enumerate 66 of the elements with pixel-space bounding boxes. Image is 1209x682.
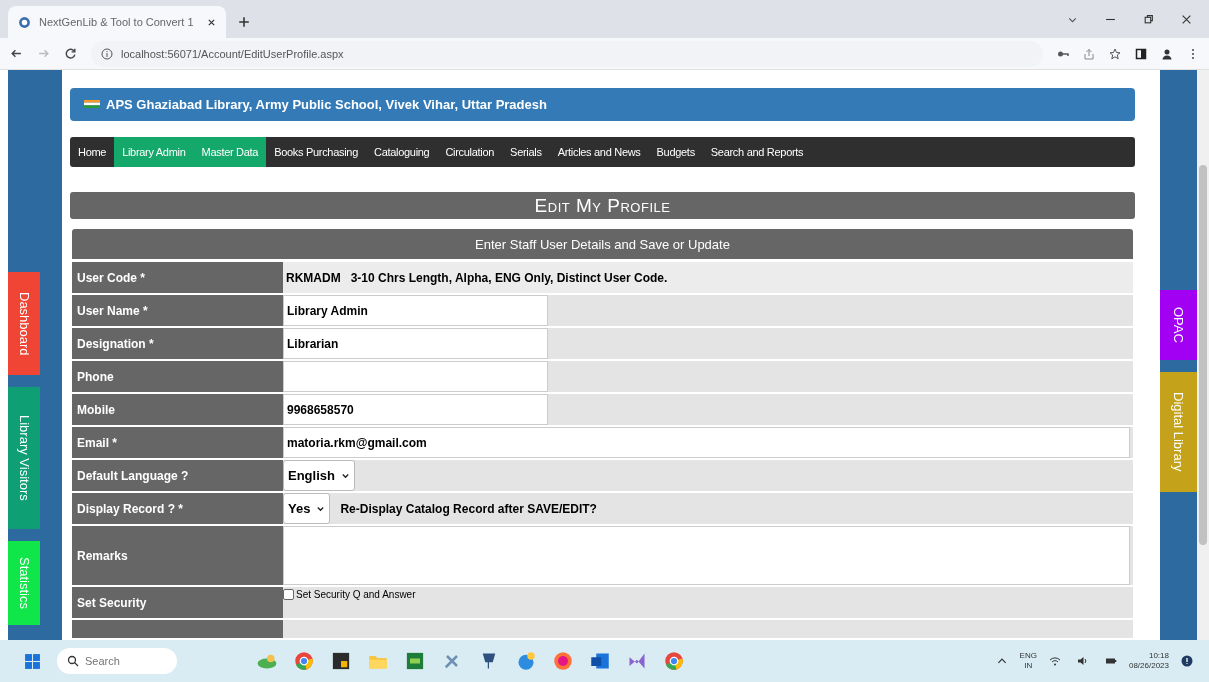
chrome-icon[interactable] [664, 651, 684, 671]
caret-icon [340, 471, 350, 480]
field-label: Remarks [72, 526, 283, 587]
menu-item[interactable]: Search and Reports [702, 136, 812, 168]
speaker-icon[interactable] [1076, 655, 1089, 667]
page-title: Edit My Profile [70, 192, 1135, 219]
menu-item[interactable]: Home [70, 136, 115, 168]
menu-item[interactable]: Books Purchasing [266, 136, 366, 168]
hint-text: Set Security Q and Answer [296, 589, 416, 600]
address-field[interactable]: localhost:56071/Account/EditUserProfile.aspx [91, 40, 1043, 67]
close-icon[interactable] [207, 17, 216, 27]
side-tab[interactable]: Dashboard [8, 272, 40, 375]
info-icon [101, 47, 113, 60]
side-panel-icon[interactable] [1135, 47, 1147, 60]
input-field[interactable] [283, 361, 548, 392]
side-tab[interactable]: OPAC [1160, 290, 1197, 360]
back-icon[interactable] [10, 47, 23, 60]
search-icon [67, 655, 79, 667]
field-label: Phone [72, 361, 283, 394]
wifi-icon[interactable] [1048, 655, 1061, 667]
field-label: Mobile [72, 394, 283, 427]
caret-icon [316, 504, 326, 513]
field-label: Designation * [72, 328, 283, 361]
globe-icon [18, 15, 31, 29]
language-indicator[interactable]: ENG IN [1019, 651, 1037, 671]
new-tab-icon[interactable] [238, 16, 250, 28]
field-value: RKMADM [285, 270, 341, 285]
browser-tab[interactable]: NextGenLib & Tool to Convert 1 [8, 6, 226, 38]
windows-icon[interactable] [24, 652, 41, 670]
app-icon[interactable] [331, 651, 351, 671]
banner-title: APS Ghaziabad Library, Army Public School, Vivek Vihar, Uttar Pradesh [106, 96, 547, 112]
dropdown[interactable]: English [283, 460, 355, 491]
input-field[interactable]: Librarian [283, 328, 548, 359]
menu-item[interactable]: Budgets [648, 136, 703, 168]
field-label: Email * [72, 427, 283, 460]
tab-title: NextGenLib & Tool to Convert 1 [39, 16, 195, 28]
field-label: Set Security [72, 587, 283, 620]
mail-icon[interactable] [590, 651, 610, 671]
search-field[interactable]: Search [57, 648, 177, 674]
menu-item[interactable]: Serials [502, 136, 550, 168]
flag-icon [84, 100, 100, 109]
profile-icon[interactable] [1161, 47, 1173, 60]
input-field[interactable]: matoria.rkm@gmail.com [283, 427, 1130, 458]
input-field[interactable]: Library Admin [283, 295, 548, 326]
input-field[interactable]: 9968658570 [283, 394, 548, 425]
form-header: Enter Staff User Details and Save or Update [72, 229, 1133, 259]
menu-item[interactable]: Cataloguing [366, 136, 438, 168]
field-label: Display Record ? * [72, 493, 283, 526]
menu-item[interactable]: Circulation [437, 136, 503, 168]
menu-item[interactable]: Articles and News [549, 136, 649, 168]
notification-icon[interactable] [1181, 655, 1193, 667]
clock[interactable]: 10:18 08/26/2023 [1128, 651, 1169, 671]
chrome-icon[interactable] [294, 651, 314, 671]
field-label: User Code * [72, 262, 283, 295]
close-icon[interactable] [1181, 14, 1192, 25]
hint-text: 3-10 Chrs Length, Alpha, ENG Only, Distinct User Code. [350, 270, 668, 285]
field-label: User Name * [72, 295, 283, 328]
reload-icon[interactable] [64, 47, 77, 60]
hint-text: Re-Display Catalog Record after SAVE/EDIT? [340, 501, 597, 516]
dropdown[interactable]: Yes [283, 493, 331, 524]
restore-icon[interactable] [1143, 14, 1154, 25]
star-icon[interactable] [1109, 47, 1121, 60]
scrollbar[interactable] [1197, 70, 1209, 640]
checkbox[interactable] [283, 589, 294, 600]
field-label: Default Language ? [72, 460, 283, 493]
firefox-icon[interactable] [553, 651, 573, 671]
